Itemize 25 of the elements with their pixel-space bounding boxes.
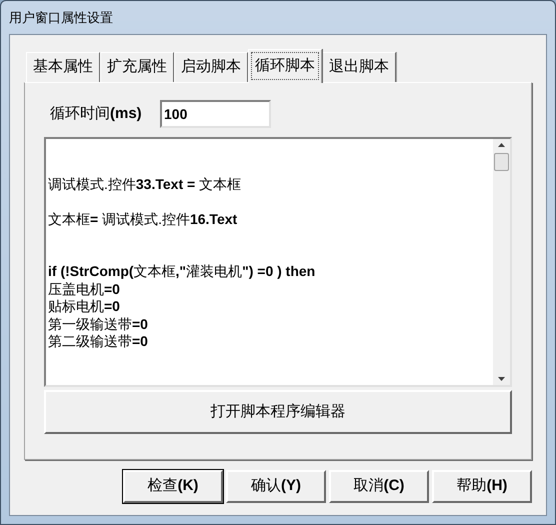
window-title: 用户窗口属性设置 <box>9 8 113 27</box>
dialog-button[interactable]: 确认(Y) <box>226 470 326 503</box>
cycle-time-field[interactable]: 100 <box>160 100 271 128</box>
scroll-up-icon[interactable] <box>498 143 505 147</box>
code-line: 调试模式.控件33.Text = 文本框 <box>48 176 242 194</box>
scroll-down-icon[interactable] <box>498 377 505 381</box>
tab[interactable]: 基本属性 <box>26 52 100 82</box>
open-script-editor-button[interactable]: 打开脚本程序编辑器 <box>44 390 512 434</box>
dialog-button[interactable]: 取消(C) <box>329 470 429 503</box>
code-line: 第二级输送带=0 <box>48 333 148 350</box>
dialog-button[interactable]: 检查(K) <box>123 470 223 503</box>
scrollbar[interactable] <box>493 139 510 385</box>
code-line: 第一级输送带=0 <box>48 316 148 333</box>
tab[interactable]: 启动脚本 <box>174 52 248 82</box>
scroll-thumb[interactable] <box>494 153 509 171</box>
code-line: 压盖电机=0 <box>48 280 120 298</box>
code-line: 文本框= 调试模式.控件16.Text <box>48 210 238 228</box>
cycle-time-label: 循环时间(ms) <box>50 104 143 124</box>
dialog-button[interactable]: 帮助(H) <box>432 470 532 503</box>
tab[interactable]: 扩充属性 <box>100 52 174 82</box>
code-line: if (!StrComp(文本框,"灌装电机") =0 ) then <box>48 263 316 280</box>
tab[interactable]: 退出脚本 <box>322 52 396 82</box>
code-line: 贴标电机=0 <box>48 298 120 316</box>
tab[interactable]: 循环脚本 <box>248 49 322 83</box>
script-text-area[interactable]: 调试模式.控件33.Text = 文本框 文本框= 调试模式.控件16.Text if (!StrComp(文本框,"灌装电机") =0 ) then 压盖电机=0 贴标电机=0 第一级输送带=0 第二级输送带=0 <box>44 137 512 387</box>
